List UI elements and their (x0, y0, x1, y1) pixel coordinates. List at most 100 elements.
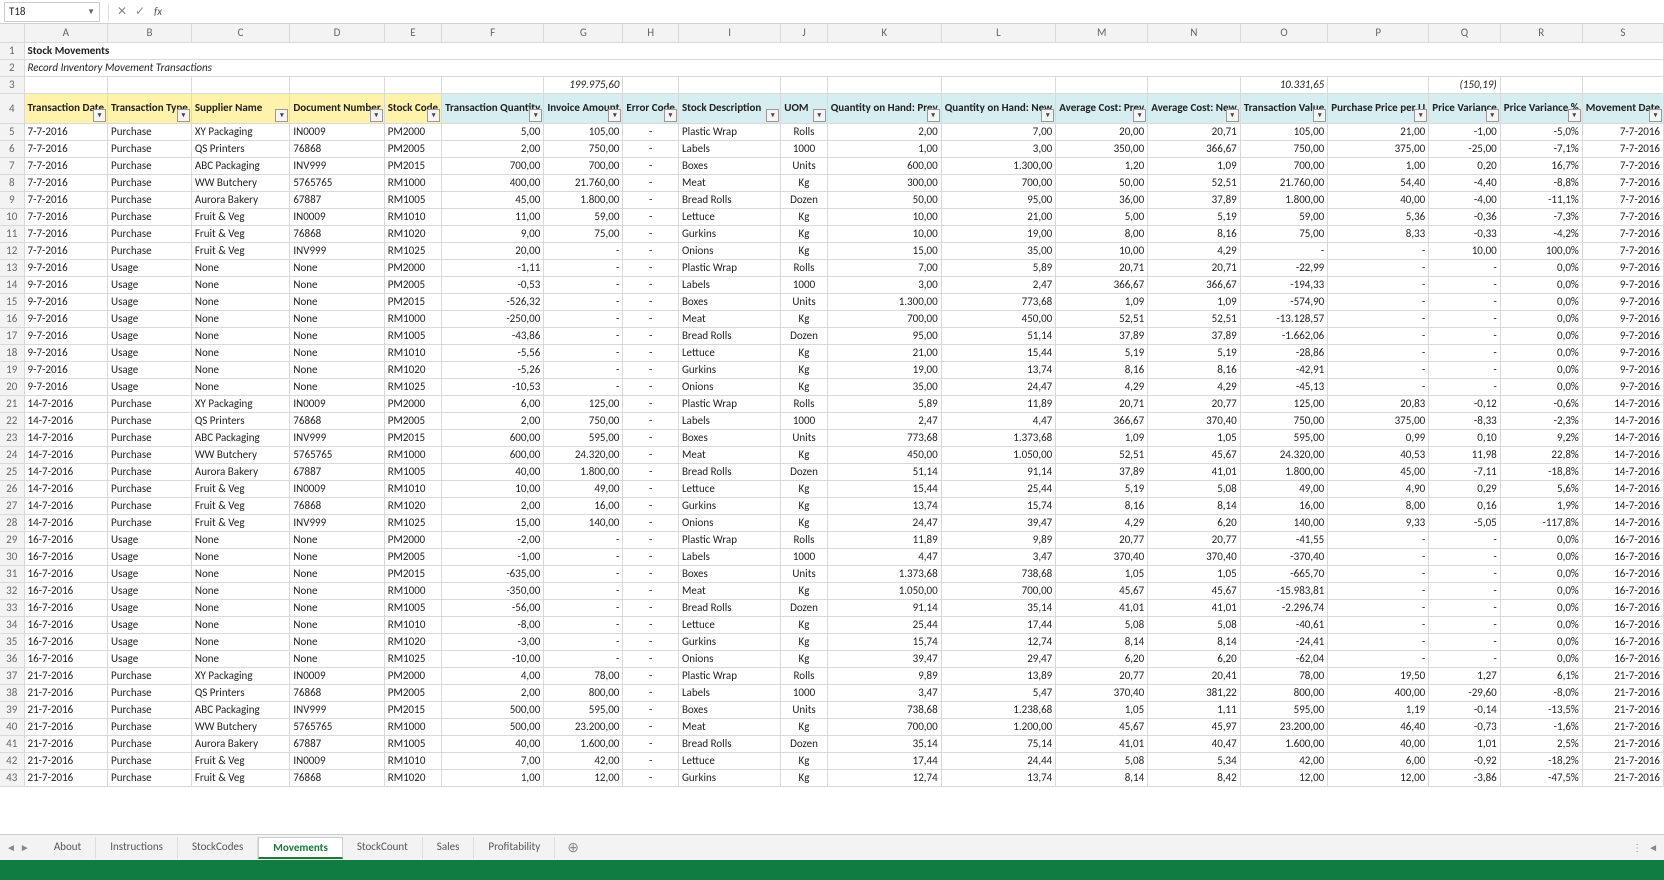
data-cell[interactable]: 67887 (290, 191, 384, 208)
data-cell[interactable]: - (623, 752, 679, 769)
sheet-tab-sales[interactable]: Sales (423, 837, 475, 859)
table-header-C[interactable]: Supplier Name▾ (191, 93, 290, 123)
data-cell[interactable]: 14-7-2016 (24, 395, 108, 412)
summary-cell[interactable] (384, 76, 441, 93)
data-cell[interactable]: Labels (678, 548, 780, 565)
data-cell[interactable]: 9-7-2016 (1582, 378, 1663, 395)
data-cell[interactable]: 1,09 (1056, 293, 1148, 310)
data-cell[interactable]: 0,0% (1500, 259, 1582, 276)
data-cell[interactable]: 7,00 (827, 259, 941, 276)
data-cell[interactable]: None (191, 650, 290, 667)
data-cell[interactable]: 11,89 (827, 531, 941, 548)
data-cell[interactable]: - (1328, 310, 1429, 327)
data-cell[interactable]: Kg (781, 361, 827, 378)
data-cell[interactable]: - (544, 633, 623, 650)
data-cell[interactable]: 51,14 (827, 463, 941, 480)
data-cell[interactable]: PM2000 (384, 123, 441, 140)
data-cell[interactable]: - (1328, 531, 1429, 548)
table-header-G[interactable]: Invoice Amount▾ (544, 93, 623, 123)
data-cell[interactable]: - (1429, 310, 1501, 327)
data-cell[interactable]: - (544, 616, 623, 633)
row-header[interactable]: 6 (0, 140, 24, 157)
data-cell[interactable]: Kg (781, 769, 827, 786)
data-cell[interactable]: Meat (678, 582, 780, 599)
data-cell[interactable]: -62,04 (1240, 650, 1328, 667)
data-cell[interactable]: ABC Packaging (191, 157, 290, 174)
data-cell[interactable]: 8,14 (1056, 633, 1148, 650)
data-cell[interactable]: 45,00 (442, 191, 544, 208)
data-cell[interactable]: 738,68 (941, 565, 1056, 582)
data-cell[interactable]: 41,01 (1148, 599, 1241, 616)
data-cell[interactable]: -3,86 (1429, 769, 1501, 786)
data-cell[interactable]: Purchase (108, 769, 192, 786)
data-cell[interactable]: -47,5% (1500, 769, 1582, 786)
data-cell[interactable]: Purchase (108, 174, 192, 191)
data-cell[interactable]: - (623, 650, 679, 667)
row-header[interactable]: 17 (0, 327, 24, 344)
data-cell[interactable]: 2,00 (442, 412, 544, 429)
data-cell[interactable]: 5,00 (442, 123, 544, 140)
row-header[interactable]: 16 (0, 310, 24, 327)
data-cell[interactable]: 6,00 (1328, 752, 1429, 769)
data-cell[interactable]: 42,00 (1240, 752, 1328, 769)
data-cell[interactable]: 16-7-2016 (24, 633, 108, 650)
data-cell[interactable]: 20,77 (1056, 667, 1148, 684)
data-cell[interactable]: Purchase (108, 514, 192, 531)
data-cell[interactable]: - (1328, 327, 1429, 344)
row-header[interactable]: 3 (0, 76, 24, 93)
data-cell[interactable]: 46,40 (1328, 718, 1429, 735)
table-header-B[interactable]: Transaction Type▾ (108, 93, 192, 123)
data-cell[interactable]: 0,0% (1500, 310, 1582, 327)
data-cell[interactable]: 5,08 (1148, 480, 1241, 497)
data-cell[interactable]: Plastic Wrap (678, 667, 780, 684)
data-cell[interactable]: 0,0% (1500, 633, 1582, 650)
table-header-O[interactable]: Transaction Value▾ (1240, 93, 1328, 123)
data-cell[interactable]: Fruit & Veg (191, 497, 290, 514)
data-cell[interactable]: Usage (108, 378, 192, 395)
data-cell[interactable]: - (1429, 378, 1501, 395)
data-cell[interactable]: - (1328, 616, 1429, 633)
data-cell[interactable]: - (1240, 242, 1328, 259)
data-cell[interactable]: 76868 (290, 684, 384, 701)
data-cell[interactable]: Usage (108, 361, 192, 378)
row-header[interactable]: 41 (0, 735, 24, 752)
filter-dropdown-icon[interactable]: ▾ (1133, 109, 1146, 122)
name-box-dropdown-icon[interactable]: ▼ (87, 7, 95, 17)
data-cell[interactable]: 9-7-2016 (24, 378, 108, 395)
row-header[interactable]: 21 (0, 395, 24, 412)
data-cell[interactable]: 76868 (290, 769, 384, 786)
data-cell[interactable]: Purchase (108, 718, 192, 735)
data-cell[interactable]: 8,14 (1148, 633, 1241, 650)
data-cell[interactable]: -10,53 (442, 378, 544, 395)
filter-dropdown-icon[interactable]: ▾ (93, 109, 106, 122)
data-cell[interactable]: -0,14 (1429, 701, 1501, 718)
data-cell[interactable]: - (623, 735, 679, 752)
row-header[interactable]: 33 (0, 599, 24, 616)
data-cell[interactable]: 40,47 (1148, 735, 1241, 752)
data-cell[interactable]: 600,00 (442, 429, 544, 446)
data-cell[interactable]: 3,00 (941, 140, 1056, 157)
data-cell[interactable]: Usage (108, 310, 192, 327)
data-cell[interactable]: - (1328, 633, 1429, 650)
column-header-E[interactable]: E (384, 24, 441, 42)
data-cell[interactable]: 12,74 (827, 769, 941, 786)
data-cell[interactable]: 16-7-2016 (1582, 599, 1663, 616)
data-cell[interactable]: 9,89 (941, 531, 1056, 548)
data-cell[interactable]: 40,00 (1328, 735, 1429, 752)
data-cell[interactable]: - (544, 310, 623, 327)
data-cell[interactable]: 14-7-2016 (24, 412, 108, 429)
data-cell[interactable]: -0,92 (1429, 752, 1501, 769)
data-cell[interactable]: 700,00 (827, 310, 941, 327)
data-cell[interactable]: 595,00 (544, 429, 623, 446)
data-cell[interactable]: Purchase (108, 157, 192, 174)
summary-cell[interactable] (24, 76, 108, 93)
data-cell[interactable]: 1,05 (1148, 565, 1241, 582)
data-cell[interactable]: RM1005 (384, 463, 441, 480)
data-cell[interactable]: Plastic Wrap (678, 531, 780, 548)
data-cell[interactable]: 20,77 (1148, 531, 1241, 548)
data-cell[interactable]: 5,19 (1148, 344, 1241, 361)
data-cell[interactable]: 773,68 (941, 293, 1056, 310)
data-cell[interactable]: 14-7-2016 (24, 514, 108, 531)
sheet-tab-stockcodes[interactable]: StockCodes (178, 837, 258, 859)
data-cell[interactable]: Fruit & Veg (191, 208, 290, 225)
